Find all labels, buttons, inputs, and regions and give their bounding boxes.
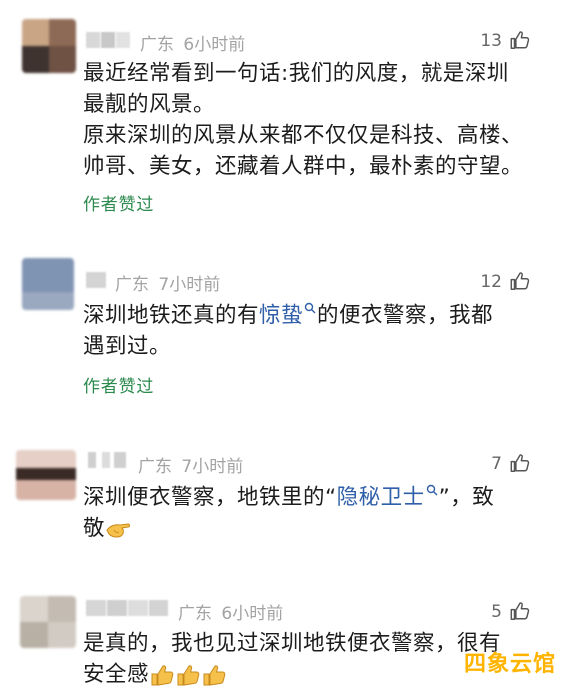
search-link[interactable]: 惊蛰 [259, 303, 303, 328]
text-segment: 深圳地铁还真的有 [83, 303, 260, 328]
comment-line: 原来深圳的风景从来都不仅仅是科技、高楼、 [83, 123, 524, 148]
username-blurred[interactable] [88, 450, 128, 470]
thumbs-up-emoji [151, 665, 174, 686]
avatar[interactable] [16, 450, 76, 500]
comment-line: 帅哥、美女，还藏着人群中，最朴素的守望。 [83, 154, 524, 179]
thumbs-up-icon[interactable] [509, 600, 531, 622]
comment-meta: 广东 7小时前 [115, 270, 220, 295]
text-segment: 安全感 [83, 662, 150, 687]
username-blurred[interactable] [86, 270, 106, 290]
location: 广东 [115, 275, 149, 295]
avatar[interactable] [22, 258, 74, 310]
search-link[interactable]: 隐秘卫士 [337, 485, 425, 510]
comment-line: 最近经常看到一句话:我们的风度，就是深圳 [83, 61, 509, 86]
comment-line: 遇到过。 [83, 334, 172, 359]
watermark-logo: 四象云馆 [463, 651, 556, 676]
thumbs-up-icon[interactable] [509, 452, 531, 474]
comment-text: 深圳地铁还真的有惊蛰 的便衣警察，我都 遇到过。 [83, 300, 543, 362]
avatar[interactable] [22, 19, 76, 73]
time: 6小时前 [183, 35, 246, 55]
text-segment: ”，致 [438, 485, 495, 510]
time: 7小时前 [158, 275, 221, 295]
time: 6小时前 [221, 604, 284, 624]
like-count: 5 [491, 602, 502, 622]
comment-meta: 广东 6小时前 [140, 30, 245, 55]
comment-text: 深圳便衣警察，地铁里的“隐秘卫士 ”，致 敬 [83, 482, 543, 544]
comment-line: 最靓的风景。 [83, 92, 216, 117]
thumbs-up-emoji [203, 665, 226, 686]
username-blurred[interactable] [86, 30, 130, 50]
text-segment: 敬 [83, 516, 106, 541]
like-count: 7 [491, 454, 502, 474]
like-count: 13 [480, 31, 502, 51]
thumbs-up-icon[interactable] [509, 29, 531, 51]
text-segment: 深圳便衣警察，地铁里的“ [83, 485, 337, 510]
location: 广东 [138, 457, 172, 477]
location: 广东 [140, 35, 174, 55]
comment-line: 敬 [83, 513, 543, 544]
search-icon[interactable] [426, 484, 438, 496]
like-count: 12 [480, 272, 502, 292]
author-liked-badge: 作者赞过 [83, 195, 155, 215]
comment-text: 最近经常看到一句话:我们的风度，就是深圳 最靓的风景。 原来深圳的风景从来都不仅… [83, 58, 543, 182]
author-liked-badge: 作者赞过 [83, 377, 155, 397]
comment-meta: 广东 7小时前 [138, 452, 243, 477]
time: 7小时前 [181, 457, 244, 477]
comment-line: 深圳地铁还真的有惊蛰 的便衣警察，我都 [83, 300, 543, 331]
thumbs-up-emoji [177, 665, 200, 686]
pointing-hand-emoji [106, 523, 131, 538]
comment-line: 深圳便衣警察，地铁里的“隐秘卫士 ”，致 [83, 482, 543, 513]
location: 广东 [178, 604, 212, 624]
search-icon[interactable] [304, 302, 316, 314]
comment-meta: 广东 6小时前 [178, 599, 283, 624]
username-blurred[interactable] [86, 598, 168, 618]
text-segment: 的便衣警察，我都 [317, 303, 494, 328]
avatar[interactable] [20, 596, 76, 648]
thumbs-up-icon[interactable] [509, 270, 531, 292]
